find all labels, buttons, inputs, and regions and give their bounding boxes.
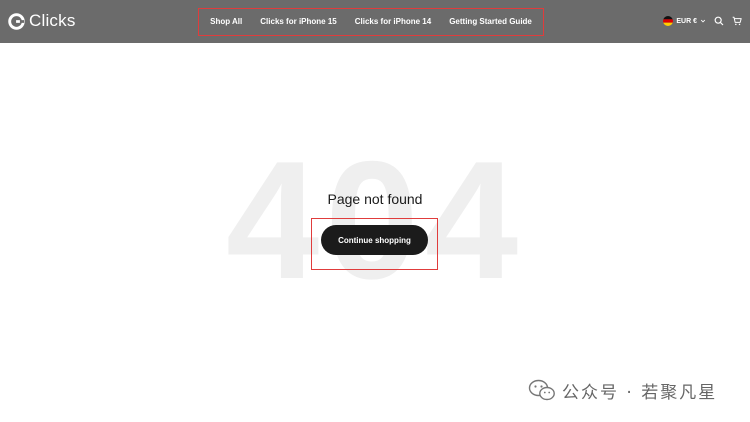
currency-selector[interactable]: EUR € [663,16,706,26]
brand-logo[interactable]: Clicks [8,10,76,32]
main-nav: Shop All Clicks for iPhone 15 Clicks for… [198,8,544,34]
header-actions: EUR € [663,13,742,29]
wechat-icon [528,379,555,401]
nav-shop-all[interactable]: Shop All [210,17,242,26]
cart-icon[interactable] [732,16,742,26]
clicks-logo-icon [8,12,25,30]
continue-shopping-button[interactable]: Continue shopping [321,225,428,255]
chevron-down-icon [700,19,706,23]
currency-label: EUR € [676,17,697,25]
brand-name: Clicks [29,11,76,30]
germany-flag-icon [663,16,674,26]
page-title: Page not found [327,191,423,207]
nav-getting-started-guide[interactable]: Getting Started Guide [449,17,532,26]
nav-clicks-iphone-15[interactable]: Clicks for iPhone 15 [260,17,336,26]
watermark-text: 公众号 · 若聚凡星 [562,382,718,403]
site-header: Clicks Shop All Clicks for iPhone 15 Cli… [0,0,750,43]
nav-clicks-iphone-14[interactable]: Clicks for iPhone 14 [355,17,431,26]
watermark: 公众号 · 若聚凡星 [528,375,717,405]
search-icon[interactable] [714,16,724,26]
